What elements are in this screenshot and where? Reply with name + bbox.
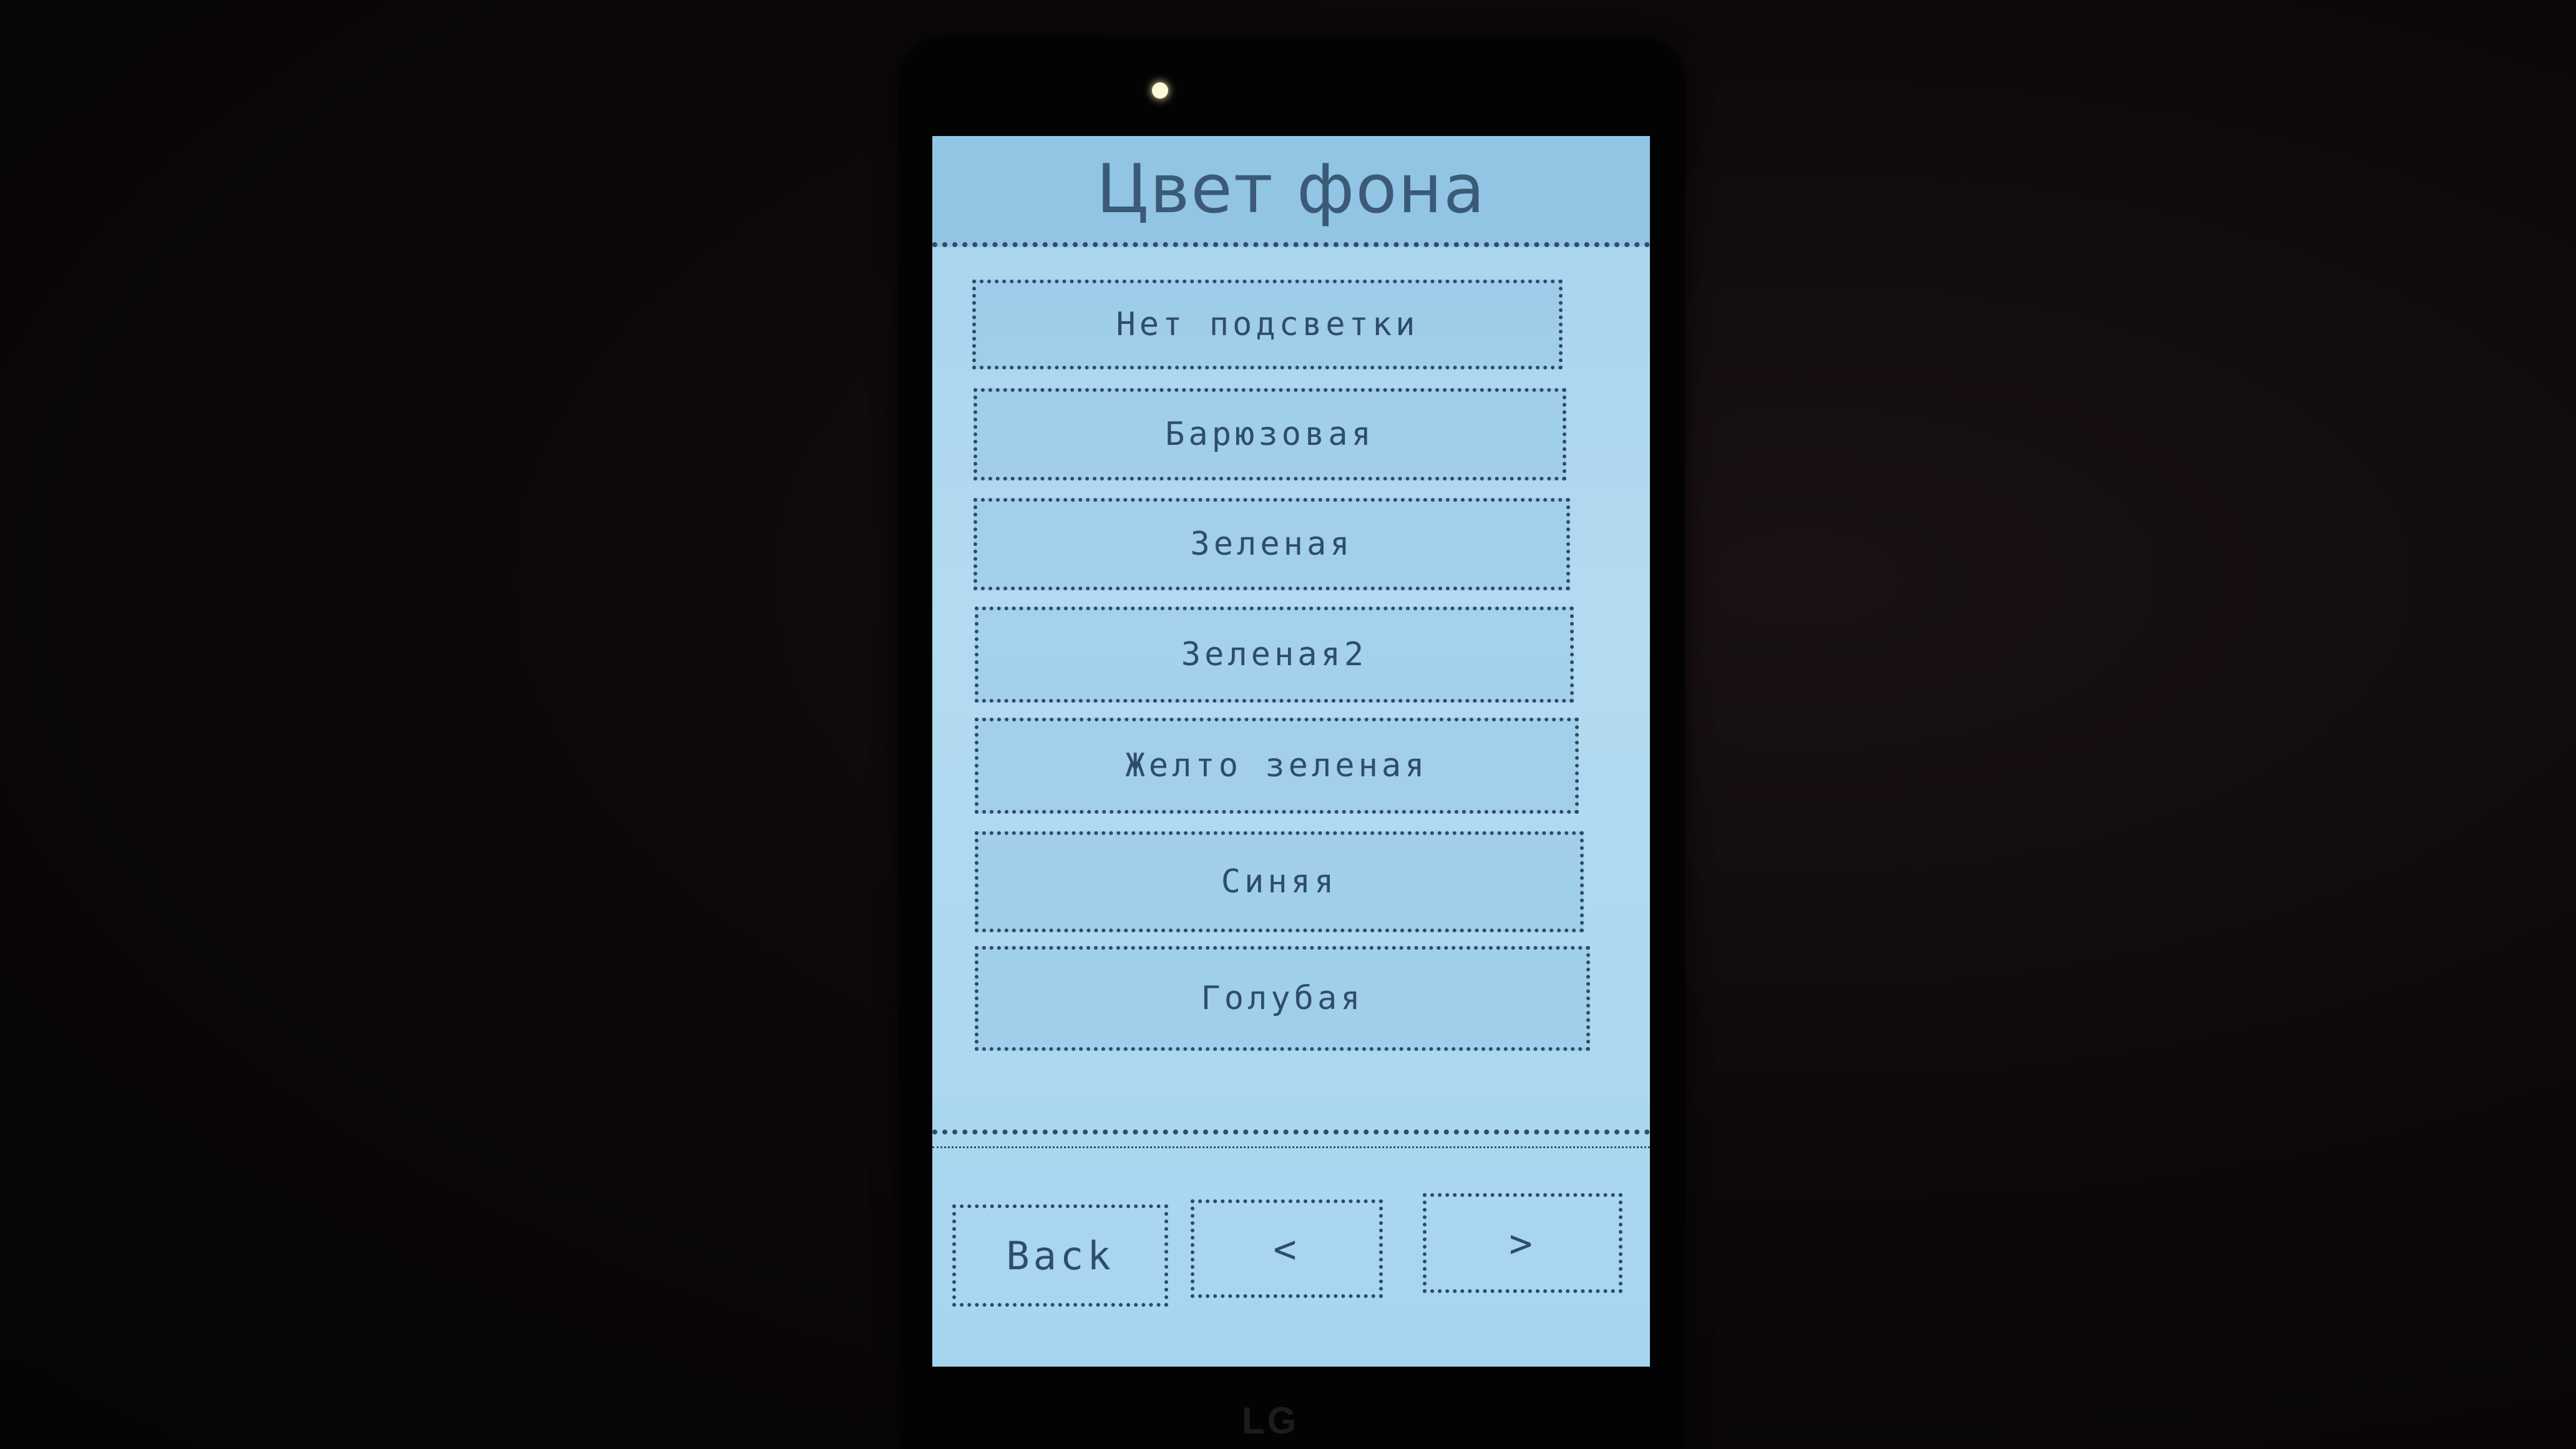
menu-item-blue[interactable]: Синяя bbox=[975, 831, 1584, 932]
menu-item-yellow-green[interactable]: Желто зеленая bbox=[975, 718, 1579, 814]
menu-item-no-backlight[interactable]: Нет подсветки bbox=[972, 280, 1563, 369]
brand-logo: LG bbox=[1242, 1400, 1299, 1442]
menu-item-green[interactable]: Зеленая bbox=[973, 498, 1570, 590]
menu-item-turquoise[interactable]: Барюзовая bbox=[973, 388, 1566, 481]
front-camera-light-icon bbox=[1152, 82, 1168, 99]
photo-scene: Цвет фона Нет подсветки Барюзовая Зелена… bbox=[0, 0, 2576, 1449]
next-button[interactable]: > bbox=[1423, 1193, 1622, 1293]
menu-item-light-blue[interactable]: Голубая bbox=[975, 946, 1590, 1051]
device-screen: Цвет фона Нет подсветки Барюзовая Зелена… bbox=[932, 136, 1650, 1367]
footer-divider bbox=[932, 1129, 1650, 1148]
page-title: Цвет фона bbox=[1096, 150, 1486, 228]
previous-button[interactable]: < bbox=[1191, 1199, 1383, 1298]
header-bar: Цвет фона bbox=[932, 136, 1650, 247]
menu-item-green2[interactable]: Зеленая2 bbox=[975, 607, 1574, 703]
back-button[interactable]: Back bbox=[952, 1204, 1168, 1307]
